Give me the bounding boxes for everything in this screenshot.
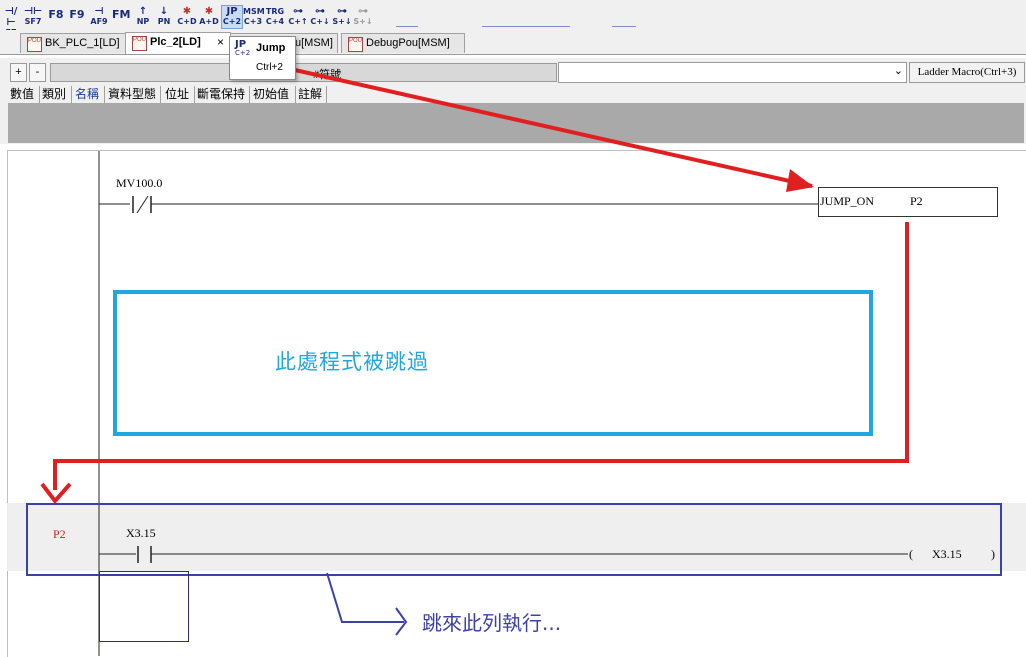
tooltip-shortcut: Ctrl+2 (256, 62, 283, 73)
contact-nc-slash (136, 195, 149, 214)
skipped-note: 此處程式被跳過 (275, 350, 429, 374)
navy-arrow-line (326, 572, 404, 623)
jump-icon-shortcut: C+2 (235, 49, 251, 57)
jump-note: 跳來此列執行... (422, 611, 562, 635)
jump-instruction-box[interactable]: JUMP_ON P2 (818, 187, 998, 217)
jump-target-rung-box (26, 503, 1002, 576)
contact-label: MV100.0 (116, 176, 163, 190)
jump-tooltip-popup: JP C+2 Jump Ctrl+2 (229, 36, 296, 80)
instruction-name: JUMP_ON (820, 194, 875, 208)
tooltip-title: Jump (256, 42, 286, 54)
coil-open: ( (909, 547, 913, 561)
coil-label: X3.15 (932, 547, 962, 561)
rung-label: P2 (53, 527, 66, 541)
jump-target: P2 (910, 194, 923, 208)
red-arrow-line (285, 66, 813, 188)
red-arrowhead (786, 169, 814, 192)
skipped-region-box: 此處程式被跳過 (113, 290, 873, 436)
contact-label: X3.15 (126, 526, 156, 540)
coil-close: ) (991, 547, 995, 561)
selection-cursor (99, 571, 189, 642)
